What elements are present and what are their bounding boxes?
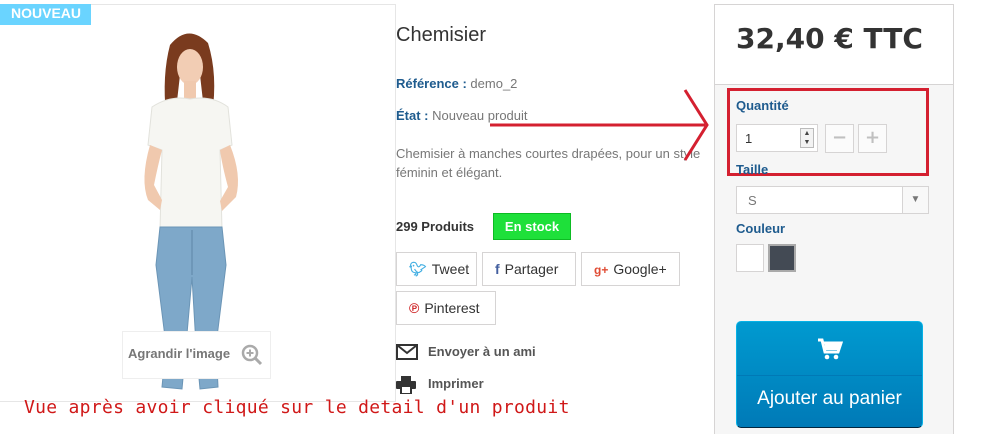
printer-icon (396, 376, 416, 395)
cart-icon (817, 338, 843, 360)
stock-badge: En stock (493, 213, 571, 240)
send-to-friend-link[interactable]: Envoyer à un ami (396, 344, 536, 363)
pinterest-icon: ℗ (409, 300, 420, 316)
print-label: Imprimer (428, 376, 484, 391)
size-label: Taille (736, 162, 769, 177)
product-title: Chemisier (396, 24, 487, 46)
chevron-down-icon: ▼ (902, 187, 928, 213)
send-to-friend-label: Envoyer à un ami (428, 344, 536, 359)
google-plus-icon: g+ (594, 263, 609, 277)
pinterest-button[interactable]: ℗ Pinterest (396, 291, 496, 325)
envelope-icon (396, 344, 418, 360)
facebook-icon: f (495, 261, 500, 277)
product-price: 32,40 € TTC (736, 22, 923, 55)
add-to-cart-label: Ajouter au panier (757, 388, 902, 409)
size-select[interactable]: S ▼ (736, 186, 929, 214)
new-badge: NOUVEAU (0, 4, 91, 25)
zoom-in-icon (241, 344, 263, 366)
zoom-image-button[interactable]: Agrandir l'image (122, 331, 271, 379)
tweet-button[interactable]: 🐦︎ Tweet (396, 252, 477, 286)
print-link[interactable]: Imprimer (396, 376, 484, 397)
size-selected-value: S (748, 193, 757, 208)
condition-label: État : (396, 108, 429, 123)
zoom-label: Agrandir l'image (128, 346, 231, 361)
color-swatch-white[interactable] (736, 244, 764, 272)
twitter-icon: 🐦︎ (409, 261, 427, 277)
available-quantity: 299 Produits (396, 219, 475, 234)
reference-label: Référence : (396, 76, 467, 91)
add-to-cart-button[interactable]: Ajouter au panier (736, 321, 923, 428)
google-plus-button[interactable]: g+ Google+ (581, 252, 680, 286)
annotation-caption: Vue après avoir cliqué sur le detail d'u… (24, 397, 570, 418)
color-swatch-dark[interactable] (768, 244, 796, 272)
price-area: 32,40 € TTC (715, 5, 953, 85)
facebook-share-button[interactable]: f Partager (482, 252, 576, 286)
color-label: Couleur (736, 221, 786, 236)
annotation-arrow (490, 89, 709, 161)
